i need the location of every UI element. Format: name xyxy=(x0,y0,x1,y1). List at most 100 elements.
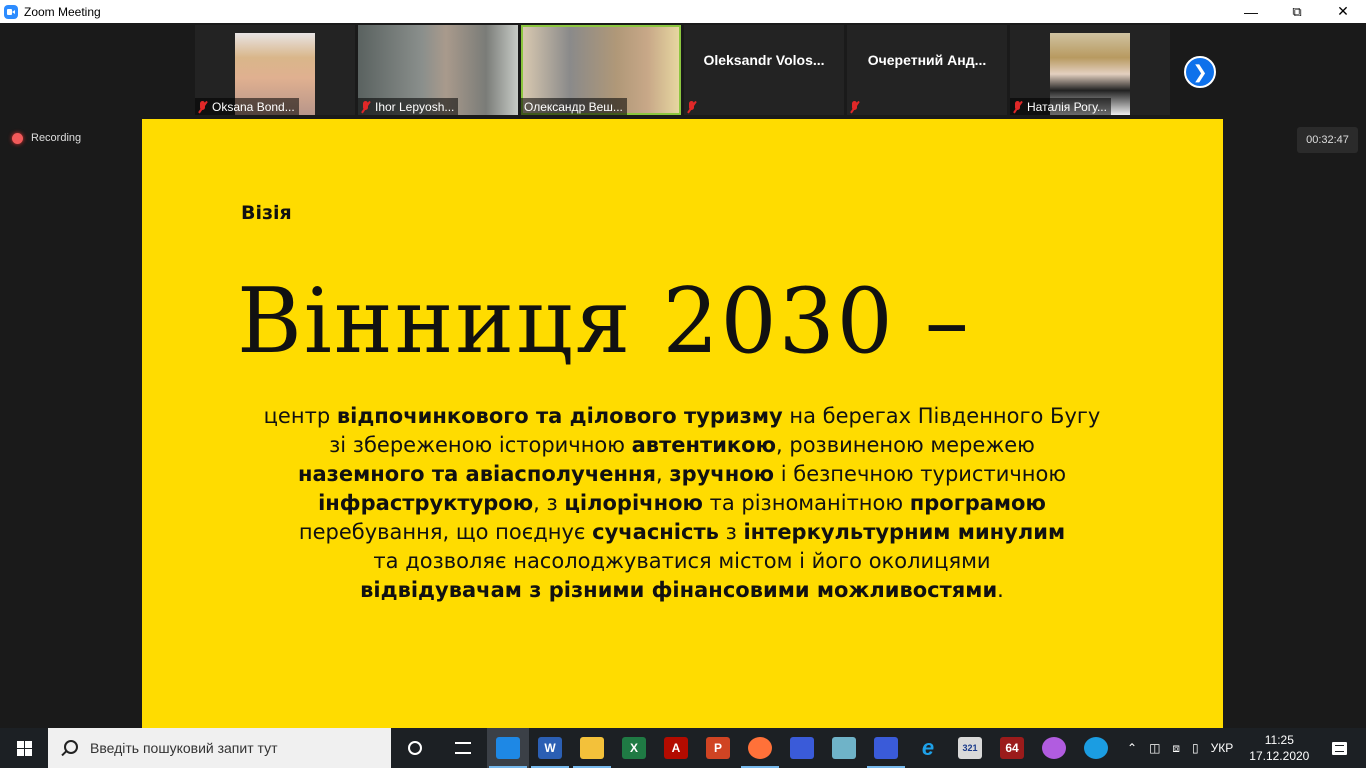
bold-text-segment: зручною xyxy=(669,462,775,486)
participant-name-label xyxy=(847,98,868,115)
participant-tile[interactable]: Oleksandr Volos... xyxy=(684,25,844,115)
clock-time: 11:25 xyxy=(1264,733,1294,747)
battery-button[interactable]: ▯ xyxy=(1186,741,1205,755)
text-segment: та різноманітною xyxy=(702,491,910,515)
zoom-window-icon xyxy=(496,737,520,759)
participant-tile[interactable]: Ihor Lepyosh... xyxy=(358,25,518,115)
floppy-app-2-icon xyxy=(874,737,898,759)
next-participants-button[interactable]: ❯ xyxy=(1184,56,1216,88)
windows-taskbar: Введіть пошуковий запит тут W X A Pe 321 64 ⌃… xyxy=(0,728,1366,768)
taskbar-app-file-explorer[interactable] xyxy=(571,728,613,768)
participant-name-label: Олександр Веш... xyxy=(521,98,627,115)
mic-muted-icon xyxy=(1013,100,1022,113)
search-placeholder: Введіть пошуковий запит тут xyxy=(90,740,278,756)
mic-muted-icon xyxy=(850,100,859,113)
paint-drop-app-icon xyxy=(1042,737,1066,759)
slide-body-line: центр відпочинкового та ділового туризму… xyxy=(202,402,1162,431)
slide-body-line: та дозволяє насолоджуватися містом і йог… xyxy=(202,547,1162,576)
chevron-right-icon: ❯ xyxy=(1192,61,1208,82)
taskbar-app-paint-drop-app[interactable] xyxy=(1033,728,1075,768)
slide-body-line: зі збереженою історичною автентикою, роз… xyxy=(202,431,1162,460)
text-segment: центр xyxy=(263,404,337,428)
slide-body-text: центр відпочинкового та ділового туризму… xyxy=(202,402,1162,605)
bold-text-segment: відпочинкового та ділового туризму xyxy=(336,404,783,428)
bold-text-segment: інфраструктурою xyxy=(318,491,534,515)
taskbar-app-notepad-app[interactable] xyxy=(823,728,865,768)
search-icon xyxy=(64,739,78,754)
bold-text-segment: цілорічною xyxy=(564,491,703,515)
mic-muted-icon xyxy=(361,100,370,113)
firefox-icon xyxy=(748,737,772,759)
acrobat-icon: A xyxy=(664,737,688,759)
title-bar: Zoom Meeting — ⧉ ✕ xyxy=(0,0,1366,23)
wifi-icon: ⧈ xyxy=(1172,740,1181,755)
taskbar-app-puzzle-64-app[interactable]: 64 xyxy=(991,728,1033,768)
taskbar-app-acrobat[interactable]: A xyxy=(655,728,697,768)
taskbar-app-word[interactable]: W xyxy=(529,728,571,768)
text-segment: на берегах Південного Бугу xyxy=(782,404,1101,428)
taskbar-app-internet-explorer[interactable]: e xyxy=(907,728,949,768)
participant-tile[interactable]: Наталія Рогу... xyxy=(1010,25,1170,115)
notification-icon xyxy=(1331,741,1347,755)
taskbar-app-media-player-classic[interactable]: 321 xyxy=(949,728,991,768)
zoom-app-icon xyxy=(4,4,18,19)
participant-name-label xyxy=(684,98,705,115)
show-hidden-icons-button[interactable]: ⌃ xyxy=(1121,741,1143,755)
recording-indicator[interactable]: Recording xyxy=(12,132,81,144)
taskbar-app-floppy-app[interactable] xyxy=(781,728,823,768)
taskbar-app-powerpoint[interactable]: P xyxy=(697,728,739,768)
participant-display-name: Очеретний Анд... xyxy=(867,52,987,68)
text-segment: перебування, що поєднує xyxy=(298,520,593,544)
participant-strip: Oksana Bond... Ihor Lepyosh... Олександр… xyxy=(0,23,1366,119)
start-button[interactable] xyxy=(0,728,48,768)
taskbar-app-edge[interactable] xyxy=(1075,728,1117,768)
text-segment: , розвиненою мережею xyxy=(776,433,1035,457)
task-view-icon xyxy=(455,742,471,754)
taskbar-app-floppy-app-2[interactable] xyxy=(865,728,907,768)
text-segment: та дозволяє насолоджуватися містом і йог… xyxy=(373,549,991,573)
participant-name-label: Ihor Lepyosh... xyxy=(358,98,459,115)
minimize-button[interactable]: — xyxy=(1228,0,1274,23)
bold-text-segment: сучасність xyxy=(592,520,719,544)
participant-tile[interactable]: Очеретний Анд... xyxy=(847,25,1007,115)
network-button[interactable]: ⧈ xyxy=(1166,741,1186,756)
close-button[interactable]: ✕ xyxy=(1320,0,1366,23)
window-controls: — ⧉ ✕ xyxy=(1228,0,1366,23)
windows-logo-icon xyxy=(16,740,32,756)
battery-icon: ▯ xyxy=(1192,741,1199,755)
file-explorer-icon xyxy=(580,737,604,759)
text-segment: і безпечною туристичною xyxy=(774,462,1067,486)
taskbar-app-excel[interactable]: X xyxy=(613,728,655,768)
taskbar-app-zoom-window[interactable] xyxy=(487,728,529,768)
action-center-button[interactable] xyxy=(1319,728,1359,768)
meet-now-button[interactable]: ◫ xyxy=(1143,741,1166,755)
excel-icon: X xyxy=(622,737,646,759)
slide-title: Вінниця 2030 – xyxy=(237,269,971,374)
bold-text-segment: відвідувачам з різними фінансовими можли… xyxy=(360,578,998,602)
recording-dot-icon xyxy=(12,132,23,144)
participant-display-name: Oleksandr Volos... xyxy=(703,52,825,68)
slide-body-line: наземного та авіасполучення, зручною і б… xyxy=(202,460,1162,489)
mic-muted-icon xyxy=(687,100,696,113)
cortana-button[interactable] xyxy=(391,728,439,768)
taskbar-app-firefox[interactable] xyxy=(739,728,781,768)
floppy-app-icon xyxy=(790,737,814,759)
window-title: Zoom Meeting xyxy=(24,4,101,19)
taskbar-apps: W X A Pe 321 64 xyxy=(487,728,1117,768)
participant-tile-active-speaker[interactable]: Олександр Веш... xyxy=(521,25,681,115)
language-indicator[interactable]: УКР xyxy=(1205,741,1240,755)
recording-label: Recording xyxy=(31,132,82,144)
chevron-up-icon: ⌃ xyxy=(1127,741,1138,755)
participant-tile[interactable]: Oksana Bond... xyxy=(195,25,355,115)
bold-text-segment: автентикою xyxy=(631,433,777,457)
powerpoint-icon: P xyxy=(706,737,730,759)
text-segment: , xyxy=(656,462,670,486)
task-view-button[interactable] xyxy=(439,728,487,768)
taskbar-search-box[interactable]: Введіть пошуковий запит тут xyxy=(48,728,391,768)
edge-icon xyxy=(1084,737,1108,759)
taskbar-clock[interactable]: 11:25 17.12.2020 xyxy=(1239,732,1319,764)
slide-section-label: Візія xyxy=(241,202,292,224)
word-icon: W xyxy=(538,737,562,759)
text-segment: зі збереженою історичною xyxy=(329,433,632,457)
restore-button[interactable]: ⧉ xyxy=(1274,0,1320,23)
